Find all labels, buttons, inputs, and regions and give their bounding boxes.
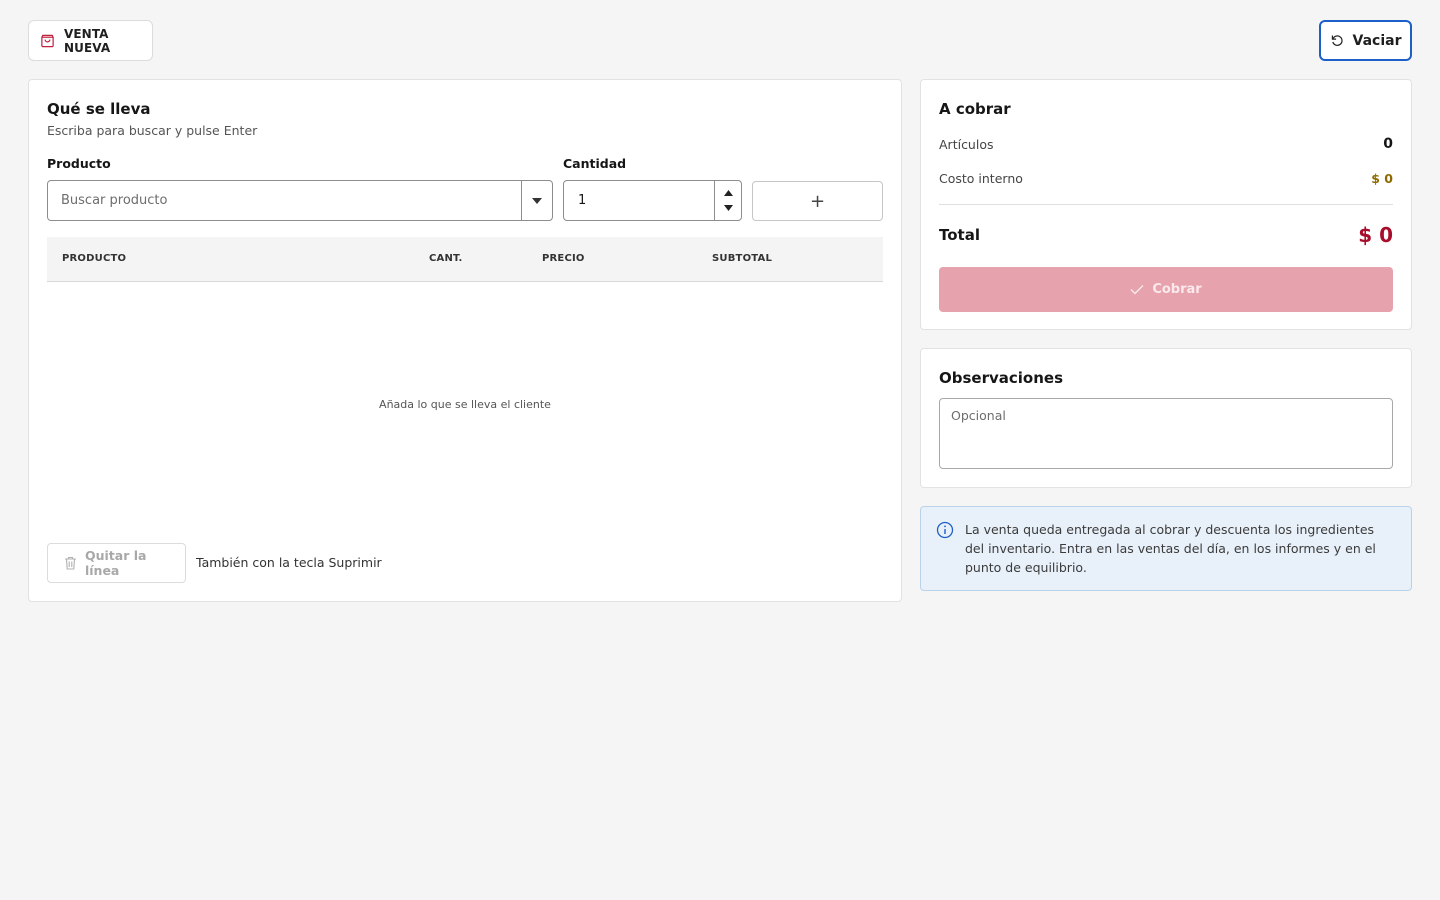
column-header-price: PRECIO	[542, 253, 585, 264]
quantity-stepper[interactable]: 1	[563, 180, 742, 221]
product-label: Producto	[47, 156, 111, 171]
total-label: Total	[939, 226, 980, 244]
items-panel-title: Qué se lleva	[47, 100, 151, 118]
charge-summary-panel: A cobrar Artículos 0 Costo interno $ 0 T…	[920, 79, 1412, 330]
clear-button[interactable]: Vaciar	[1319, 20, 1412, 61]
trash-icon	[64, 556, 76, 570]
internal-cost-row: Costo interno $ 0	[939, 171, 1393, 186]
triangle-down-icon[interactable]	[723, 205, 733, 211]
product-search-select[interactable]: Buscar producto	[47, 180, 553, 221]
top-bar: VENTA NUEVA Vaciar	[28, 20, 1412, 61]
items-count-label: Artículos	[939, 136, 994, 152]
new-sale-label: VENTA NUEVA	[64, 26, 111, 55]
triangle-up-icon[interactable]	[723, 190, 733, 196]
shopping-bag-icon	[41, 34, 54, 48]
info-notice: La venta queda entregada al cobrar y des…	[920, 506, 1412, 591]
info-icon	[936, 521, 954, 539]
summary-title: A cobrar	[939, 100, 1011, 118]
charge-button[interactable]: Cobrar	[939, 267, 1393, 312]
add-item-button[interactable]: +	[752, 181, 883, 221]
notes-input[interactable]	[939, 398, 1393, 469]
summary-divider	[939, 204, 1393, 205]
remove-line-button[interactable]: Quitar la línea	[47, 543, 186, 583]
items-panel: Qué se lleva Escriba para buscar y pulse…	[28, 79, 902, 602]
product-search-placeholder[interactable]: Buscar producto	[48, 193, 521, 208]
checkmark-icon	[1130, 285, 1144, 295]
internal-cost-label: Costo interno	[939, 171, 1023, 186]
charge-label: Cobrar	[1152, 282, 1202, 297]
items-table-header: PRODUCTO CANT. PRECIO SUBTOTAL	[47, 237, 883, 282]
reset-icon	[1331, 35, 1343, 46]
column-header-product: PRODUCTO	[62, 253, 127, 264]
items-count-value: 0	[1383, 136, 1393, 152]
remove-line-hint: También con la tecla Suprimir	[196, 555, 382, 570]
caret-down-icon	[532, 197, 542, 204]
column-header-subtotal: SUBTOTAL	[712, 253, 773, 264]
notes-title: Observaciones	[939, 369, 1064, 387]
total-row: Total $ 0	[939, 223, 1393, 247]
remove-line-label: Quitar la línea	[84, 548, 147, 578]
quantity-label: Cantidad	[563, 156, 627, 171]
items-count-row: Artículos 0	[939, 136, 1393, 152]
dropdown-toggle[interactable]	[521, 181, 552, 220]
internal-cost-value: $ 0	[1371, 171, 1393, 186]
quantity-value[interactable]: 1	[564, 193, 714, 208]
items-panel-subtitle: Escriba para buscar y pulse Enter	[47, 123, 258, 138]
total-value: $ 0	[1358, 223, 1393, 247]
column-header-quantity: CANT.	[429, 253, 463, 264]
quantity-spinner[interactable]	[714, 181, 741, 220]
info-notice-text: La venta queda entregada al cobrar y des…	[965, 522, 1376, 575]
new-sale-badge: VENTA NUEVA	[28, 20, 153, 61]
notes-panel: Observaciones	[920, 348, 1412, 488]
clear-label: Vaciar	[1352, 32, 1402, 49]
empty-table-message: Añada lo que se lleva el cliente	[379, 398, 551, 411]
